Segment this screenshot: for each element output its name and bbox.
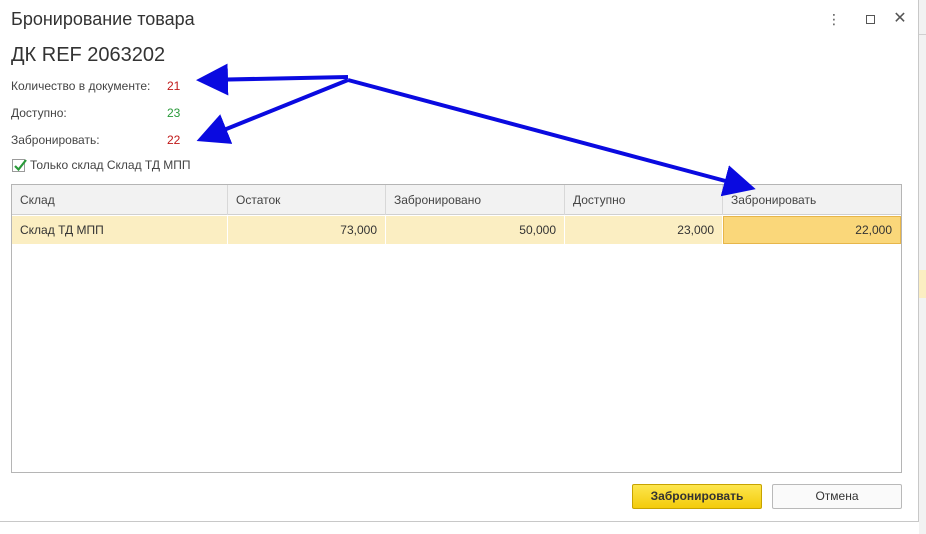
annotation-arrows xyxy=(196,63,756,197)
arrow-to-qty xyxy=(196,63,349,96)
arrow-to-reserve xyxy=(196,78,349,144)
arrow-to-column xyxy=(347,78,756,197)
